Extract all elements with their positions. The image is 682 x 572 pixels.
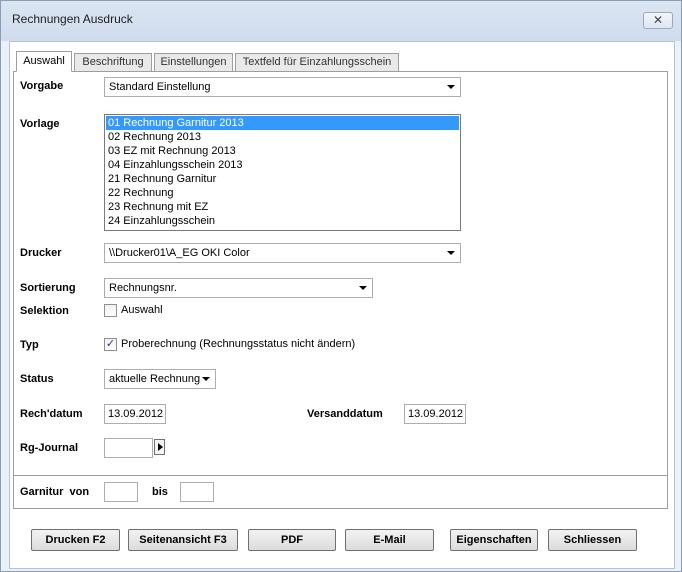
garnitur-von-label: Garnitur von	[20, 486, 90, 498]
tab-label: Beschriftung	[82, 56, 144, 68]
button-label: PDF	[281, 534, 303, 546]
tab-einstellungen[interactable]: Einstellungen	[154, 53, 233, 72]
status-value: aktuelle Rechnung	[109, 373, 201, 385]
list-item[interactable]: 01 Rechnung Garnitur 2013	[106, 116, 459, 130]
tab-beschriftung[interactable]: Beschriftung	[74, 53, 152, 72]
button-label: Seitenansicht F3	[139, 534, 227, 546]
button-label: Drucken F2	[45, 534, 106, 546]
tab-label: Auswahl	[23, 55, 65, 67]
window-title: Rechnungen Ausdruck	[12, 12, 133, 26]
chevron-down-icon	[359, 286, 367, 290]
close-button[interactable]: ✕	[643, 12, 673, 29]
tab-label: Textfeld für Einzahlungsschein	[242, 56, 392, 68]
drucken-button[interactable]: Drucken F2	[31, 529, 120, 551]
list-item[interactable]: 04 Einzahlungsschein 2013	[106, 158, 459, 172]
sortierung-label: Sortierung	[20, 282, 76, 294]
tab-textfeld-einzahlungsschein[interactable]: Textfeld für Einzahlungsschein	[235, 53, 399, 72]
vorgabe-select[interactable]: Standard Einstellung	[104, 77, 461, 97]
rechdatum-label: Rech'datum	[20, 408, 83, 420]
tab-auswahl[interactable]: Auswahl	[16, 51, 72, 72]
rechdatum-value: 13.09.2012	[108, 408, 164, 420]
status-select[interactable]: aktuelle Rechnung	[104, 369, 216, 389]
vorlage-label: Vorlage	[20, 118, 60, 130]
rgjournal-label: Rg-Journal	[20, 442, 79, 454]
drucker-select[interactable]: \\Drucker01\A_EG OKI Color	[104, 243, 461, 263]
vorgabe-label: Vorgabe	[20, 80, 64, 92]
chevron-down-icon	[447, 251, 455, 255]
versanddatum-value: 13.09.2012	[408, 408, 464, 420]
divider	[14, 475, 667, 476]
versanddatum-label: Versanddatum	[307, 408, 383, 420]
selektion-label: Selektion	[20, 305, 69, 317]
rgjournal-field[interactable]	[104, 438, 153, 458]
button-label: Eigenschaften	[456, 534, 532, 546]
drucker-value: \\Drucker01\A_EG OKI Color	[109, 247, 250, 259]
tab-label: Einstellungen	[160, 56, 227, 68]
selektion-checkbox[interactable]	[104, 304, 117, 317]
list-item[interactable]: 22 Rechnung	[106, 186, 459, 200]
status-label: Status	[20, 373, 54, 385]
sortierung-select[interactable]: Rechnungsnr.	[104, 278, 373, 298]
button-label: E-Mail	[373, 534, 406, 546]
eigenschaften-button[interactable]: Eigenschaften	[450, 529, 538, 551]
list-item[interactable]: 24 Einzahlungsschein	[106, 214, 459, 228]
rgjournal-browse-button[interactable]	[154, 439, 165, 455]
drucker-label: Drucker	[20, 247, 62, 259]
typ-checkbox[interactable]: ✓	[104, 338, 117, 351]
vorgabe-value: Standard Einstellung	[109, 81, 211, 93]
list-item[interactable]: 02 Rechnung 2013	[106, 130, 459, 144]
seitenansicht-button[interactable]: Seitenansicht F3	[128, 529, 238, 551]
checkmark-icon: ✓	[105, 338, 116, 350]
selektion-checkbox-label[interactable]: Auswahl	[121, 304, 163, 316]
chevron-down-icon	[202, 377, 210, 381]
email-button[interactable]: E-Mail	[345, 529, 434, 551]
arrow-right-icon	[158, 443, 163, 451]
pdf-button[interactable]: PDF	[248, 529, 336, 551]
vorlage-listbox[interactable]: 01 Rechnung Garnitur 2013 02 Rechnung 20…	[104, 114, 461, 231]
rechdatum-field[interactable]: 13.09.2012	[104, 404, 166, 424]
garnitur-bis-field[interactable]	[180, 482, 214, 502]
schliessen-button[interactable]: Schliessen	[548, 529, 637, 551]
garnitur-von-field[interactable]	[104, 482, 138, 502]
sortierung-value: Rechnungsnr.	[109, 282, 177, 294]
versanddatum-field[interactable]: 13.09.2012	[404, 404, 466, 424]
chevron-down-icon	[447, 85, 455, 89]
close-icon: ✕	[652, 13, 664, 27]
typ-label: Typ	[20, 339, 39, 351]
list-item[interactable]: 03 EZ mit Rechnung 2013	[106, 144, 459, 158]
garnitur-bis-label: bis	[152, 486, 168, 498]
typ-checkbox-label[interactable]: Proberechnung (Rechnungsstatus nicht änd…	[121, 338, 355, 350]
list-item[interactable]: 23 Rechnung mit EZ	[106, 200, 459, 214]
list-item[interactable]: 21 Rechnung Garnitur	[106, 172, 459, 186]
button-label: Schliessen	[563, 534, 622, 546]
title-bar[interactable]: Rechnungen Ausdruck ✕	[1, 1, 681, 41]
